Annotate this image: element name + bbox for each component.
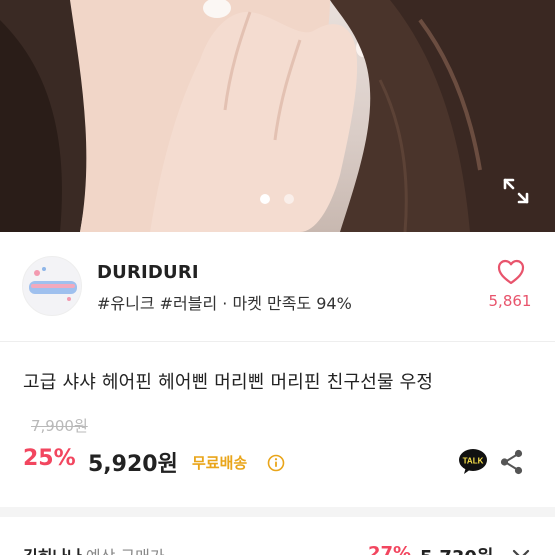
shop-name[interactable]: DURIDURI <box>97 262 199 283</box>
seller-section[interactable]: DURIDURI #유니크 #러블리 · 마켓 만족도 94% 5,861 <box>0 232 555 342</box>
chevron-down-icon[interactable] <box>510 547 532 555</box>
carousel-dot-active[interactable] <box>260 194 270 204</box>
expected-price-label: 김히나나 예상 구매가 <box>23 543 165 555</box>
sale-price: 5,920원 <box>88 452 178 477</box>
like-count: 5,861 <box>488 292 532 310</box>
expand-icon[interactable] <box>502 177 530 205</box>
expected-price-label-light: 예상 구매가 <box>86 547 165 555</box>
product-info: 고급 샤샤 헤어핀 헤어삔 머리삔 머리핀 친구선물 우정 7,900원 25%… <box>0 342 555 507</box>
carousel-dot[interactable] <box>284 194 294 204</box>
expected-discount: 27% <box>368 543 412 555</box>
expected-price-label-bold: 김히나나 <box>23 547 82 555</box>
talk-label: TALK <box>463 457 484 466</box>
expected-price: 5,730원 <box>420 543 494 555</box>
carousel-indicator <box>260 194 294 204</box>
product-image-carousel[interactable] <box>0 0 555 232</box>
info-icon[interactable] <box>267 454 285 472</box>
product-title: 고급 샤샤 헤어핀 헤어삔 머리삔 머리핀 친구선물 우정 <box>23 372 434 393</box>
expected-price-row[interactable]: 김히나나 예상 구매가 27% 5,730원 <box>0 517 555 555</box>
discount-rate: 25% <box>23 446 76 471</box>
shop-tags: #유니크 #러블리 · 마켓 만족도 94% <box>97 294 352 313</box>
seller-avatar[interactable] <box>22 256 82 316</box>
share-icon[interactable] <box>499 448 525 476</box>
section-divider <box>0 507 555 517</box>
free-shipping-badge: 무료배송 <box>192 454 248 472</box>
heart-icon[interactable] <box>496 258 526 286</box>
original-price: 7,900원 <box>31 417 88 435</box>
kakao-talk-button[interactable]: TALK <box>458 448 488 476</box>
